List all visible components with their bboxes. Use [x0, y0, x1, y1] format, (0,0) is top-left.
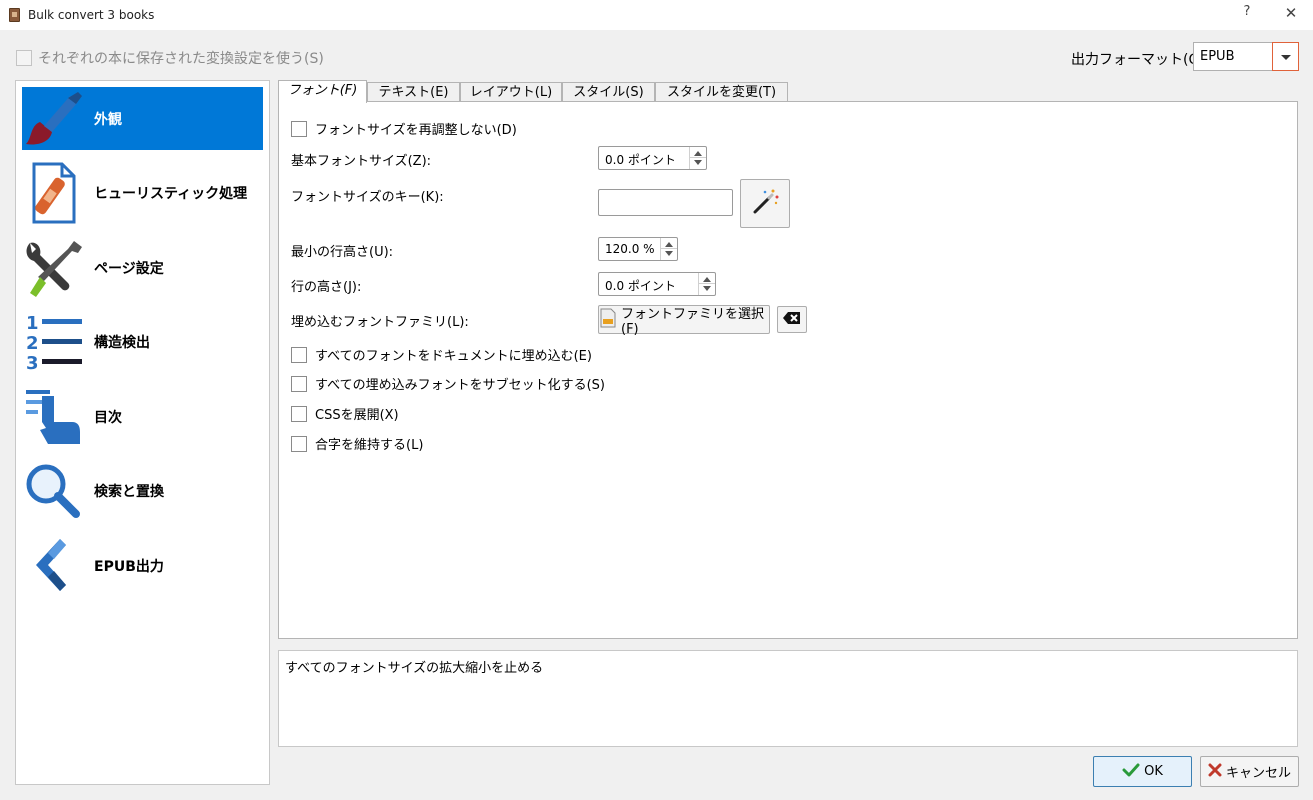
sidebar-item-toc[interactable]: 目次 [22, 385, 263, 448]
svg-text:1: 1 [26, 313, 39, 334]
use-saved-settings-label: それぞれの本に保存された変換設定を使う(S) [38, 51, 324, 67]
choose-font-family-label: フォントファミリを選択(F) [621, 306, 765, 337]
sidebar-item-label: EPUB出力 [94, 558, 164, 575]
subset-fonts-option[interactable]: すべての埋め込みフォントをサブセット化する(S) [291, 374, 605, 393]
embed-all-fonts-label: すべてのフォントをドキュメントに埋め込む(E) [315, 349, 592, 364]
base-font-size-spinbox[interactable]: 0.0 ポイント [598, 146, 707, 170]
toc-pointer-icon [22, 386, 86, 448]
close-window-button[interactable]: ✕ [1281, 4, 1301, 24]
sidebar-item-page-setup[interactable]: ページ設定 [22, 236, 263, 299]
ok-label: OK [1144, 764, 1163, 779]
sidebar-item-structure-detection[interactable]: 1 2 3 構造検出 [22, 310, 263, 374]
choose-font-family-button[interactable]: フォントファミリを選択(F) [598, 305, 770, 337]
sidebar-item-label: 検索と置換 [94, 483, 164, 500]
output-format-value: EPUB [1200, 49, 1235, 64]
line-height-spinbox[interactable]: 0.0 ポイント [598, 272, 716, 296]
svg-text:2: 2 [26, 333, 39, 354]
paintbrush-icon [22, 88, 86, 150]
sidebar-item-epub-output[interactable]: EPUB出力 [22, 534, 263, 597]
spin-down-icon[interactable] [694, 160, 702, 165]
expand-css-checkbox[interactable] [291, 405, 307, 422]
expand-css-option[interactable]: CSSを展開(X) [291, 404, 399, 423]
help-button[interactable]: ? [1239, 4, 1255, 24]
tab-style[interactable]: スタイル(S) [562, 82, 655, 102]
sidebar-item-label: 目次 [94, 409, 122, 426]
spin-up-icon[interactable] [694, 151, 702, 156]
font-size-key-label: フォントサイズのキー(K): [291, 190, 444, 205]
font-file-icon [599, 308, 617, 332]
sidebar-item-label: ページ設定 [94, 260, 164, 277]
expand-css-label: CSSを展開(X) [315, 408, 399, 423]
sidebar-item-search-replace[interactable]: 検索と置換 [22, 459, 263, 522]
sidebar-item-label: ヒューリスティック処理 [94, 185, 248, 202]
min-line-height-label: 最小の行高さ(U): [291, 245, 394, 260]
dont-rescale-option[interactable]: フォントサイズを再調整しない(D) [291, 119, 517, 138]
ok-button[interactable]: OK [1093, 756, 1192, 787]
keep-ligatures-label: 合字を維持する(L) [315, 438, 424, 453]
subset-fonts-checkbox[interactable] [291, 375, 307, 392]
tab-layout[interactable]: レイアウト(L) [460, 82, 562, 102]
document-bandage-icon [22, 162, 86, 224]
spin-down-icon[interactable] [665, 251, 673, 256]
sidebar-item-label: 構造検出 [94, 334, 150, 351]
font-size-key-wizard-button[interactable] [740, 179, 790, 228]
embed-all-fonts-checkbox[interactable] [291, 346, 307, 363]
tab-font[interactable]: フォント(F) [278, 80, 367, 103]
title-bar: Bulk convert 3 books ? ✕ [0, 0, 1313, 30]
calibre-app-icon [9, 8, 20, 22]
clear-font-family-button[interactable] [777, 306, 807, 333]
dont-rescale-label: フォントサイズを再調整しない(D) [315, 123, 517, 138]
keep-ligatures-checkbox[interactable] [291, 435, 307, 452]
min-line-height-spinbox[interactable]: 120.0 % [598, 237, 678, 261]
help-description-box: すべてのフォントサイズの拡大縮小を止める [278, 650, 1298, 747]
use-saved-settings-checkbox[interactable] [16, 50, 32, 66]
line-height-value: 0.0 ポイント [605, 279, 676, 293]
tab-text[interactable]: テキスト(E) [367, 82, 460, 102]
sidebar: 外観 ヒューリスティック処理 ページ設定 1 2 3 構造検出 目次 検索と置換… [15, 80, 270, 785]
epub-logo-icon [22, 535, 86, 597]
line-height-label: 行の高さ(J): [291, 280, 362, 295]
spin-buttons[interactable] [698, 273, 715, 295]
checkmark-icon [1122, 762, 1140, 782]
spin-up-icon[interactable] [665, 242, 673, 247]
spin-up-icon[interactable] [703, 277, 711, 282]
font-tab-panel: フォントサイズを再調整しない(D) 基本フォントサイズ(Z): 0.0 ポイント… [278, 101, 1298, 639]
keep-ligatures-option[interactable]: 合字を維持する(L) [291, 434, 423, 453]
spin-buttons[interactable] [689, 147, 706, 169]
base-font-size-value: 0.0 ポイント [605, 153, 676, 167]
sidebar-item-look-and-feel[interactable]: 外観 [22, 87, 263, 150]
cross-icon [1208, 763, 1222, 781]
magnifier-icon [22, 460, 86, 522]
wrench-screwdriver-icon [22, 237, 86, 299]
sidebar-item-heuristics[interactable]: ヒューリスティック処理 [22, 161, 263, 224]
spin-buttons[interactable] [660, 238, 677, 260]
window-title: Bulk convert 3 books [28, 8, 155, 22]
chevron-down-icon[interactable] [1272, 42, 1299, 71]
svg-text:3: 3 [26, 353, 39, 373]
help-description-text: すべてのフォントサイズの拡大縮小を止める [285, 661, 544, 676]
embed-all-fonts-option[interactable]: すべてのフォントをドキュメントに埋め込む(E) [291, 345, 592, 364]
sidebar-item-label: 外観 [94, 111, 122, 128]
cancel-button[interactable]: キャンセル [1200, 756, 1299, 787]
output-format-select[interactable]: EPUB [1193, 42, 1299, 71]
cancel-label: キャンセル [1225, 766, 1291, 781]
backspace-clear-icon [783, 311, 801, 329]
output-format-label: 出力フォーマット(O): [1071, 52, 1210, 68]
font-size-key-input[interactable] [598, 189, 733, 216]
spin-down-icon[interactable] [703, 286, 711, 291]
tab-transform-styles[interactable]: スタイルを変更(T) [655, 82, 788, 102]
dont-rescale-checkbox[interactable] [291, 120, 307, 137]
subset-fonts-label: すべての埋め込みフォントをサブセット化する(S) [315, 378, 605, 393]
use-saved-settings-option: それぞれの本に保存された変換設定を使う(S) [16, 48, 324, 68]
min-line-height-value: 120.0 % [605, 242, 655, 256]
base-font-size-label: 基本フォントサイズ(Z): [291, 154, 432, 169]
numbered-list-icon: 1 2 3 [22, 311, 86, 374]
magic-wand-icon [751, 188, 779, 220]
embed-font-family-label: 埋め込むフォントファミリ(L): [291, 315, 469, 330]
